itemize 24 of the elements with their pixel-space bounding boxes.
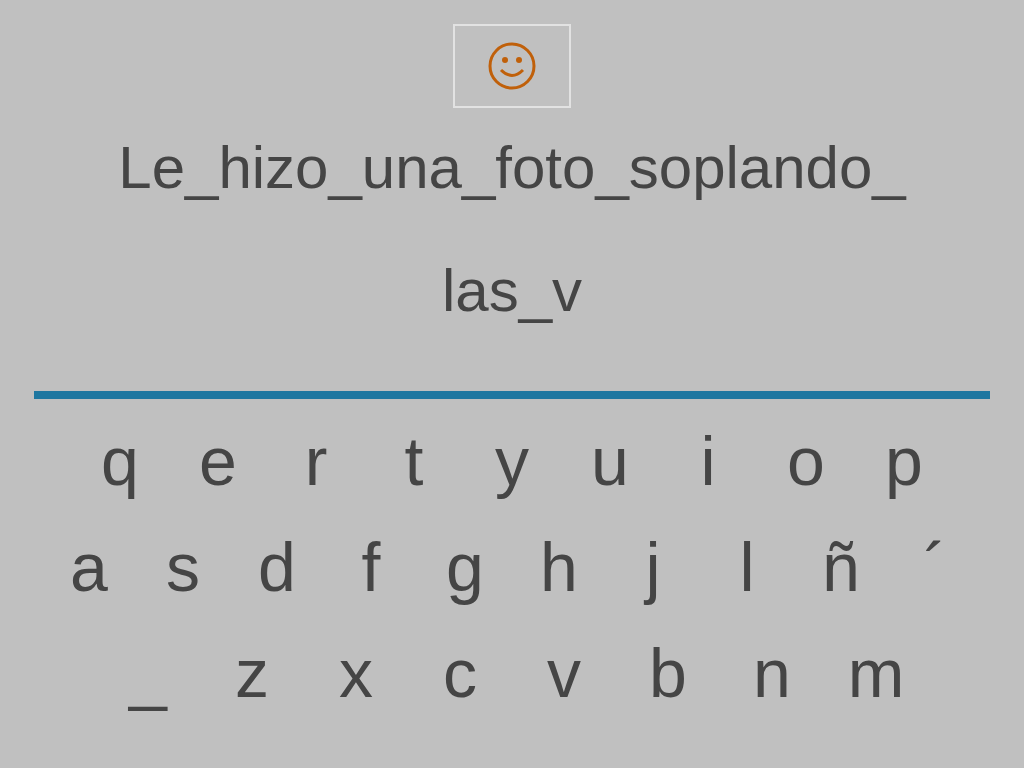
letter-key[interactable]: c bbox=[408, 639, 512, 707]
letter-key[interactable]: n bbox=[720, 639, 824, 707]
letter-key[interactable]: ´ bbox=[888, 533, 982, 601]
letter-key[interactable]: o bbox=[757, 427, 855, 495]
letter-key[interactable]: e bbox=[169, 427, 267, 495]
smiley-icon bbox=[487, 41, 537, 91]
letter-key[interactable]: i bbox=[659, 427, 757, 495]
letter-key[interactable]: v bbox=[512, 639, 616, 707]
letter-key[interactable]: m bbox=[824, 639, 928, 707]
letter-key[interactable]: l bbox=[700, 533, 794, 601]
letter-key[interactable]: t bbox=[365, 427, 463, 495]
letter-key[interactable]: r bbox=[267, 427, 365, 495]
letter-key[interactable]: z bbox=[200, 639, 304, 707]
letter-key[interactable]: f bbox=[324, 533, 418, 601]
letter-key[interactable]: x bbox=[304, 639, 408, 707]
letter-key[interactable]: a bbox=[42, 533, 136, 601]
sentence-text: las_v bbox=[441, 261, 583, 321]
letter-key[interactable]: h bbox=[512, 533, 606, 601]
sentence-text: Le_hizo_una_foto_soplando_ bbox=[118, 138, 906, 198]
letter-key[interactable]: d bbox=[230, 533, 324, 601]
letter-key[interactable]: u bbox=[561, 427, 659, 495]
letter-key[interactable]: ñ bbox=[794, 533, 888, 601]
letter-key[interactable]: b bbox=[616, 639, 720, 707]
letter-key[interactable]: s bbox=[136, 533, 230, 601]
